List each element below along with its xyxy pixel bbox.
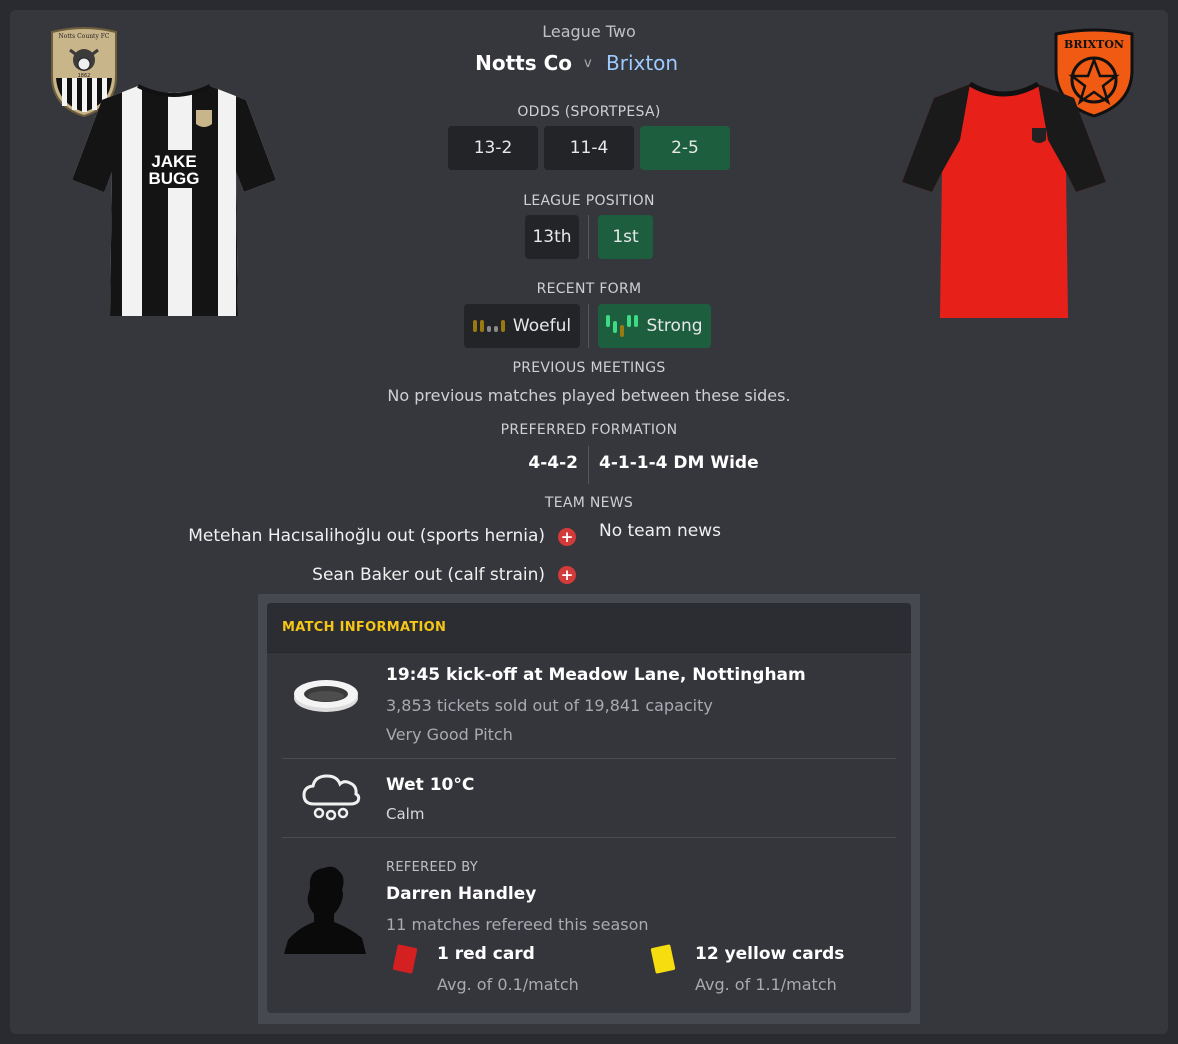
wind-conditions: Calm — [386, 805, 425, 823]
divider — [588, 446, 589, 484]
league-position-label: LEAGUE POSITION — [523, 193, 655, 209]
odds-away[interactable]: 2-5 — [640, 126, 730, 170]
injury-icon: + — [558, 566, 576, 584]
red-card-average: Avg. of 0.1/match — [437, 975, 579, 994]
weather-conditions: Wet 10°C — [386, 775, 475, 795]
kickoff-venue[interactable]: 19:45 kick-off at Meadow Lane, Nottingha… — [386, 665, 806, 685]
home-formation[interactable]: 4-4-2 — [528, 453, 578, 473]
away-form-text: Strong — [646, 316, 703, 336]
stadium-icon — [294, 680, 358, 712]
home-league-position[interactable]: 13th — [525, 215, 579, 259]
tickets-sold: 3,853 tickets sold out of 19,841 capacit… — [386, 696, 713, 715]
away-recent-form[interactable]: Strong — [598, 304, 711, 348]
divider — [282, 758, 896, 759]
yellow-card-count: 12 yellow cards — [695, 944, 845, 964]
home-team-name[interactable]: Notts Co — [475, 51, 572, 75]
away-team-news: No team news — [599, 521, 722, 541]
odds-draw[interactable]: 11-4 — [544, 126, 634, 170]
home-injury-news[interactable]: Sean Baker out (calf strain) — [312, 565, 545, 585]
away-formation[interactable]: 4-1-1-4 DM Wide — [599, 453, 759, 473]
divider — [588, 304, 589, 348]
referee-avatar[interactable] — [284, 862, 366, 954]
rain-cloud-icon — [302, 774, 361, 821]
form-bars-icon — [606, 315, 639, 337]
divider — [588, 215, 589, 259]
refereed-by-label: REFEREED BY — [386, 860, 478, 875]
away-team-name[interactable]: Brixton — [606, 51, 678, 75]
form-bars-icon — [472, 320, 505, 332]
odds-label: ODDS (SPORTPESA) — [517, 104, 661, 120]
versus-label: v — [584, 56, 592, 71]
match-info-title: MATCH INFORMATION — [282, 620, 447, 635]
preferred-formation-label: PREFERRED FORMATION — [500, 422, 678, 438]
competition-name[interactable]: League Two — [0, 22, 1178, 41]
yellow-card-average: Avg. of 1.1/match — [695, 975, 837, 994]
odds-home[interactable]: 13-2 — [448, 126, 538, 170]
home-badge-year: 1862 — [78, 73, 91, 79]
home-sponsor-line2: BUGG — [149, 169, 200, 188]
team-news-label: TEAM NEWS — [544, 495, 634, 511]
away-league-position[interactable]: 1st — [598, 215, 653, 259]
divider — [282, 837, 896, 838]
recent-form-label: RECENT FORM — [536, 281, 642, 297]
home-recent-form[interactable]: Woeful — [464, 304, 580, 348]
home-form-text: Woeful — [512, 316, 572, 336]
previous-meetings-text: No previous matches played between these… — [387, 386, 791, 405]
previous-meetings-label: PREVIOUS MEETINGS — [512, 360, 666, 376]
referee-matches: 11 matches refereed this season — [386, 915, 649, 934]
red-card-count: 1 red card — [437, 944, 535, 964]
referee-name[interactable]: Darren Handley — [386, 884, 536, 904]
injury-icon: + — [558, 528, 576, 546]
pitch-condition: Very Good Pitch — [386, 725, 513, 744]
home-injury-news[interactable]: Metehan Hacısalihoğlu out (sports hernia… — [188, 526, 545, 546]
